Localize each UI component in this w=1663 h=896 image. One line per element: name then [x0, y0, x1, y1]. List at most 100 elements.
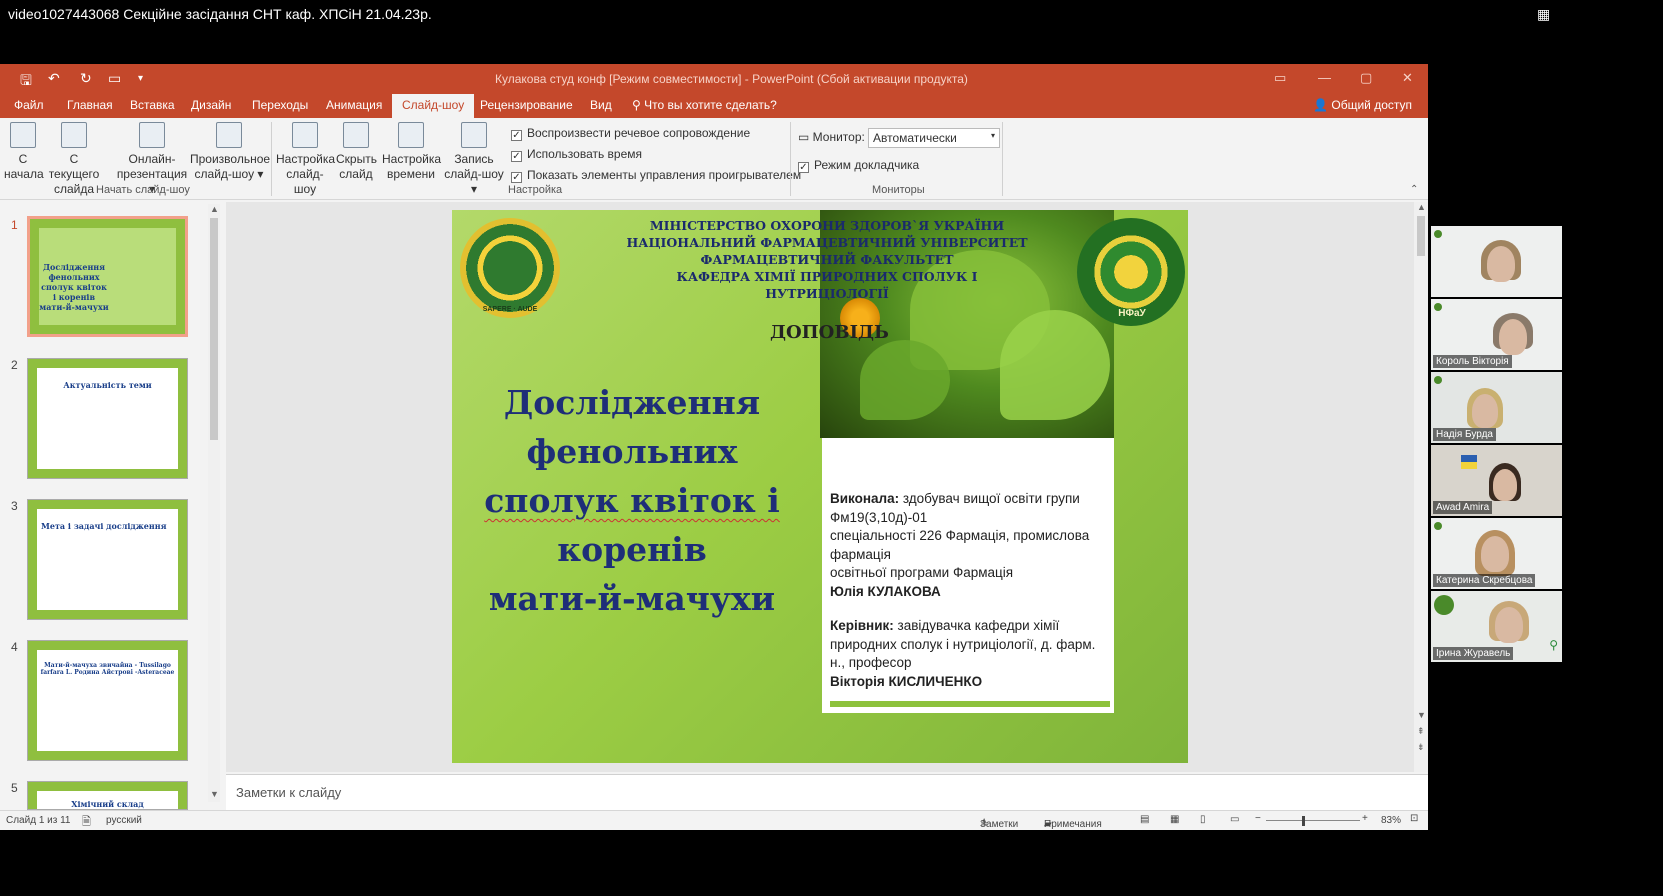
participant-tile[interactable]: Awad Amira [1431, 445, 1562, 517]
header-line: МІНІСТЕРСТВО ОХОРОНИ ЗДОРОВ`Я УКРАЇНИ [649, 218, 1005, 233]
from-start-button[interactable]: С начала [4, 122, 44, 182]
participant-name: Ірина Журавель [1433, 647, 1514, 660]
hide-slide-button[interactable]: Скрыть слайд [336, 122, 377, 182]
participant-tile[interactable]: Король Вікторія [1431, 299, 1562, 371]
tab-review[interactable]: Рецензирование [480, 98, 573, 112]
tab-home[interactable]: Главная [67, 98, 113, 112]
title-line: фенольних [526, 432, 738, 471]
monitor-icon: ▭ [798, 130, 813, 144]
slideshow-current-icon [61, 122, 87, 148]
participant-tile[interactable] [1431, 226, 1562, 298]
logo-left-motto: SAPERE · AUDE [482, 306, 538, 313]
performed-label: Виконала: [830, 491, 900, 506]
university-logo-mini [1434, 230, 1442, 238]
tab-transitions[interactable]: Переходы [252, 98, 308, 112]
ribbon-display-icon[interactable]: ▭ [1274, 70, 1286, 86]
slide-sorter-icon[interactable]: ▦ [1170, 814, 1179, 825]
monitor-select[interactable]: Автоматически ▾ [868, 128, 1000, 148]
previous-slide-icon[interactable]: ⇞ [1417, 726, 1425, 737]
zoom-in-icon[interactable]: + [1362, 813, 1368, 824]
normal-view-icon[interactable]: ▤ [1140, 814, 1149, 825]
reading-view-icon[interactable]: ▯ [1200, 814, 1206, 825]
record-slideshow-button[interactable]: Запись слайд-шоу ▾ [442, 122, 506, 197]
maximize-icon[interactable]: ▢ [1360, 70, 1372, 86]
slide-scrollbar[interactable]: ▲ ▼ ⇞ ⇟ [1414, 202, 1428, 772]
spelling-check-icon[interactable]: 🗎 [82, 813, 91, 832]
title-line: Дослідження [503, 383, 761, 422]
close-icon[interactable]: ✕ [1402, 70, 1413, 86]
setup-label-1: Настройка [276, 152, 336, 166]
scroll-thumb[interactable] [1417, 216, 1425, 256]
slide-thumbnail-2[interactable]: Актуальність теми [27, 358, 188, 479]
narration-checkbox[interactable]: ✓ Воспроизвести речевое сопровождение [511, 126, 750, 141]
ribbon-tabs: Файл Главная Вставка Дизайн Переходы Ани… [0, 94, 1428, 118]
customize-qa-icon[interactable]: ▾ [138, 73, 143, 84]
undo-icon[interactable]: ↶ [48, 70, 60, 87]
record-icon [461, 122, 487, 148]
scroll-up-icon[interactable]: ▲ [1417, 202, 1426, 212]
thumb-title: Дослідження фенольних сполук квіток і ко… [39, 262, 109, 312]
redo-icon[interactable]: ↻ [80, 70, 92, 87]
tab-view[interactable]: Вид [590, 98, 612, 112]
author-info-box: Виконала: здобувач вищої освіти групи Фм… [822, 438, 1114, 713]
custom-slideshow-button[interactable]: Произвольное слайд-шоу ▾ [190, 122, 270, 182]
university-logo-left [460, 218, 560, 318]
participant-tile[interactable]: Надія Бурда [1431, 372, 1562, 444]
layout-grid-icon[interactable]: ▦ [1537, 6, 1555, 22]
zoom-level[interactable]: 83% [1381, 815, 1401, 826]
tab-design[interactable]: Дизайн [191, 98, 231, 112]
hide-label-2: слайд [339, 167, 373, 181]
share-button[interactable]: 👤 Общий доступ [1313, 98, 1412, 112]
slide-thumbnail-1[interactable]: Дослідження фенольних сполук квіток і ко… [27, 216, 188, 337]
minimize-icon[interactable]: — [1318, 70, 1331, 85]
tab-slideshow[interactable]: Слайд-шоу [392, 94, 475, 118]
language[interactable]: русский [106, 815, 142, 826]
fit-to-window-icon[interactable]: ⊡ [1410, 813, 1418, 824]
separator [1002, 122, 1003, 196]
participants-panel: Король Вікторія Надія Бурда Awad Amira К… [1431, 226, 1562, 666]
next-slide-icon[interactable]: ⇟ [1417, 742, 1425, 753]
zoom-slider[interactable] [1266, 820, 1360, 821]
title-line: коренів [557, 530, 707, 569]
slide-title: Дослідження фенольних сполук квіток і ко… [482, 378, 782, 623]
record-label-1: Запись [454, 152, 494, 166]
from-current-label-2: слайда [53, 182, 95, 196]
scroll-thumb[interactable] [210, 218, 218, 440]
specialty: спеціальності 226 Фармація, промислова ф… [830, 528, 1090, 562]
university-logo-mini [1434, 522, 1442, 530]
ribbon: С начала С текущего слайда Онлайн- презе… [0, 118, 1428, 200]
presenter-view-checkbox[interactable]: ✓ Режим докладчика [798, 158, 919, 173]
collapse-ribbon-icon[interactable]: ⌃ [1410, 184, 1418, 195]
from-start-label-2: начала [4, 167, 44, 181]
participant-tile[interactable]: ⚲ Ірина Журавель [1431, 591, 1562, 663]
zoom-out-icon[interactable]: − [1255, 813, 1261, 824]
scroll-down-icon[interactable]: ▼ [210, 789, 219, 799]
thumbnails-scrollbar[interactable]: ▲ ▼ [208, 204, 220, 802]
tab-insert[interactable]: Вставка [130, 98, 175, 112]
timings-checkbox[interactable]: ✓ Использовать время [511, 147, 642, 162]
tab-file[interactable]: Файл [14, 98, 44, 112]
lightbulb-icon: ⚲ [632, 98, 645, 112]
rehearse-timings-button[interactable]: Настройка времени [382, 122, 441, 182]
student-name: Юлія КУЛАКОВА [830, 583, 941, 599]
scroll-up-icon[interactable]: ▲ [210, 204, 219, 214]
slideshow-view-icon[interactable]: ▭ [1230, 814, 1239, 825]
setup-slideshow-button[interactable]: Настройка слайд-шоу [276, 122, 336, 197]
from-current-button[interactable]: С текущего слайда [44, 122, 104, 197]
save-icon[interactable]: 🖫 [20, 70, 32, 94]
slide-thumbnail-5[interactable]: Хімічний склад [27, 781, 188, 810]
slide-canvas[interactable]: SAPERE · AUDE НФаУ МІНІСТЕРСТВО ОХОРОНИ … [452, 210, 1188, 763]
participant-tile[interactable]: Катерина Скребцова [1431, 518, 1562, 590]
tell-me-box[interactable]: ⚲ Что вы хотите сделать? [632, 98, 777, 112]
start-show-icon[interactable]: ▭ [108, 70, 121, 87]
zoom-slider-handle[interactable] [1302, 816, 1305, 826]
setup-label-2: слайд-шоу [286, 167, 324, 196]
online-presentation-icon [139, 122, 165, 148]
media-controls-checkbox[interactable]: ✓ Показать элементы управления проигрыват… [511, 168, 801, 183]
slide-thumbnail-4[interactable]: Мати-й-мачуха звичайна - Tussilago farfa… [27, 640, 188, 761]
notes-pane[interactable]: Заметки к слайду [226, 774, 1428, 810]
tab-animations[interactable]: Анимация [326, 98, 382, 112]
slide-thumbnail-3[interactable]: Мета і задачі дослідження [27, 499, 188, 620]
scroll-down-icon[interactable]: ▼ [1417, 710, 1426, 720]
